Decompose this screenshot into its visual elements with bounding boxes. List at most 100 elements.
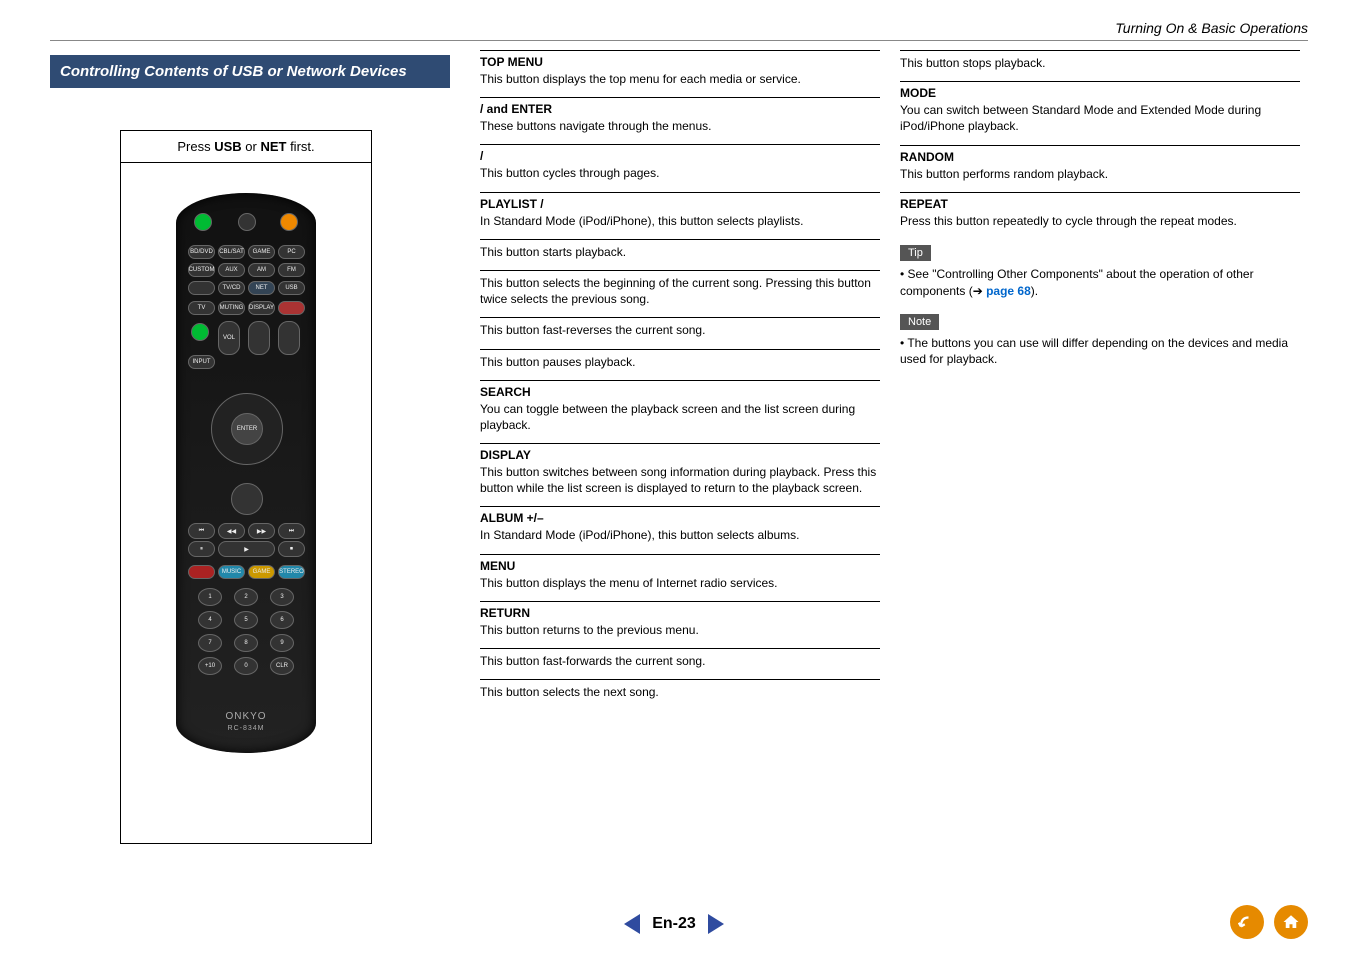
function-block: This button stops playback. xyxy=(900,50,1300,81)
function-title: DISPLAY xyxy=(480,448,880,462)
function-title: PLAYLIST / xyxy=(480,197,880,211)
function-body: This button cycles through pages. xyxy=(480,165,880,181)
function-body: This button pauses playback. xyxy=(480,354,880,370)
function-body: This button fast-reverses the current so… xyxy=(480,322,880,338)
page-footer: En-23 xyxy=(0,914,1348,934)
page-number: En-23 xyxy=(652,915,696,933)
skip-back-icon: ⏮ xyxy=(188,523,215,539)
function-block: / This button cycles through pages. xyxy=(480,144,880,191)
text: first. xyxy=(286,139,314,154)
input-button: INPUT xyxy=(188,355,215,369)
function-block: PLAYLIST / In Standard Mode (iPod/iPhone)… xyxy=(480,192,880,239)
clr-button: CLR xyxy=(270,657,294,675)
text: ). xyxy=(1031,284,1038,298)
brand-label: ONKYO RC-834M xyxy=(176,711,316,733)
function-body: You can switch between Standard Mode and… xyxy=(900,102,1300,134)
pc-button: PC xyxy=(278,245,305,259)
remote-panel: Press USB or NET first. BD/DVD CBL/SAT G… xyxy=(120,130,372,844)
function-body: This button starts playback. xyxy=(480,244,880,260)
function-body: This button performs random playback. xyxy=(900,166,1300,182)
custom-button: CUSTOM xyxy=(188,263,215,277)
function-block: / and ENTER These buttons navigate throug… xyxy=(480,97,880,144)
function-body: This button displays the top menu for ea… xyxy=(480,71,880,87)
function-body: This button displays the menu of Interne… xyxy=(480,575,880,591)
section-title: Controlling Contents of USB or Network D… xyxy=(50,55,450,88)
muting-button: MUTING xyxy=(218,301,245,315)
page-link[interactable]: page 68 xyxy=(986,284,1031,298)
muting-button-2 xyxy=(278,301,305,315)
function-block: ALBUM +/–In Standard Mode (iPod/iPhone),… xyxy=(480,506,880,553)
function-body: These buttons navigate through the menus… xyxy=(480,118,880,134)
am-button: AM xyxy=(248,263,275,277)
function-title: TOP MENU xyxy=(480,55,880,69)
num-6: 6 xyxy=(270,611,294,629)
function-block: RANDOMThis button performs random playba… xyxy=(900,145,1300,192)
function-title: ALBUM +/– xyxy=(480,511,880,525)
function-title: RETURN xyxy=(480,606,880,620)
fast-forward-icon: ▶▶ xyxy=(248,523,275,539)
plus-10-button: +10 xyxy=(198,657,222,675)
fm-button: FM xyxy=(278,263,305,277)
function-body: You can toggle between the playback scre… xyxy=(480,401,880,433)
num-7: 7 xyxy=(198,634,222,652)
function-block: TOP MENU This button displays the top men… xyxy=(480,50,880,97)
function-block: This button selects the beginning of the… xyxy=(480,270,880,317)
function-block: MENU This button displays the menu of Int… xyxy=(480,554,880,601)
back-icon[interactable] xyxy=(1230,905,1264,939)
num-1: 1 xyxy=(198,588,222,606)
note-label: Note xyxy=(900,314,939,330)
num-8: 8 xyxy=(234,634,258,652)
remote-image-area: BD/DVD CBL/SAT GAME PC CUSTOM AUX AM FM … xyxy=(121,163,371,843)
text-bold: NET xyxy=(260,139,286,154)
function-body: In Standard Mode (iPod/iPhone), this but… xyxy=(480,213,880,229)
function-title: SEARCH xyxy=(480,385,880,399)
text: • See "Controlling Other Components" abo… xyxy=(900,267,1254,298)
top-divider xyxy=(50,40,1308,41)
num-3: 3 xyxy=(270,588,294,606)
bd-dvd-button: BD/DVD xyxy=(188,245,215,259)
rewind-icon: ◀◀ xyxy=(218,523,245,539)
game2-button: GAME xyxy=(248,565,275,579)
home-icon[interactable] xyxy=(1274,905,1308,939)
text-bold: USB xyxy=(214,139,241,154)
stop-icon: ⏹ xyxy=(278,541,305,557)
next-page-icon[interactable] xyxy=(708,914,724,934)
skip-forward-icon: ⏭ xyxy=(278,523,305,539)
function-body: This button selects the next song. xyxy=(480,684,880,700)
display-button: DISPLAY xyxy=(248,301,275,315)
text: or xyxy=(242,139,261,154)
num-2: 2 xyxy=(234,588,258,606)
function-block: This button starts playback. xyxy=(480,239,880,270)
function-block: This button selects the next song. xyxy=(480,679,880,710)
function-body: This button stops playback. xyxy=(900,55,1300,71)
tip-bullet: • See "Controlling Other Components" abo… xyxy=(900,266,1300,300)
receiver-hd-button xyxy=(188,281,215,295)
function-title: / xyxy=(480,149,880,163)
tv-cd-button: TV/CD xyxy=(218,281,245,295)
prev-page-icon[interactable] xyxy=(624,914,640,934)
album-rocker xyxy=(278,321,300,355)
enter-button: ENTER xyxy=(231,413,263,445)
tv-power-icon xyxy=(191,323,209,341)
zone2-button xyxy=(238,213,256,231)
home-button xyxy=(231,483,263,515)
function-body: This button fast-forwards the current so… xyxy=(480,653,880,669)
tv-button: TV xyxy=(188,301,215,315)
ch-disc-rocker xyxy=(248,321,270,355)
num-9: 9 xyxy=(270,634,294,652)
num-4: 4 xyxy=(198,611,222,629)
function-block: This button fast-forwards the current so… xyxy=(480,648,880,679)
play-icon: ▶ xyxy=(218,541,275,557)
function-title: MENU xyxy=(480,559,880,573)
function-block: REPEATPress this button repeatedly to cy… xyxy=(900,192,1300,239)
receiver-power-icon xyxy=(194,213,212,231)
function-title: REPEAT xyxy=(900,197,1300,211)
stereo-button: STEREO xyxy=(278,565,305,579)
red-button xyxy=(188,565,215,579)
num-0: 0 xyxy=(234,657,258,675)
music-button: MUSIC xyxy=(218,565,245,579)
function-title: / and ENTER xyxy=(480,102,880,116)
num-5: 5 xyxy=(234,611,258,629)
breadcrumb: Turning On & Basic Operations xyxy=(1115,20,1308,36)
pause-icon: ⏸ xyxy=(188,541,215,557)
